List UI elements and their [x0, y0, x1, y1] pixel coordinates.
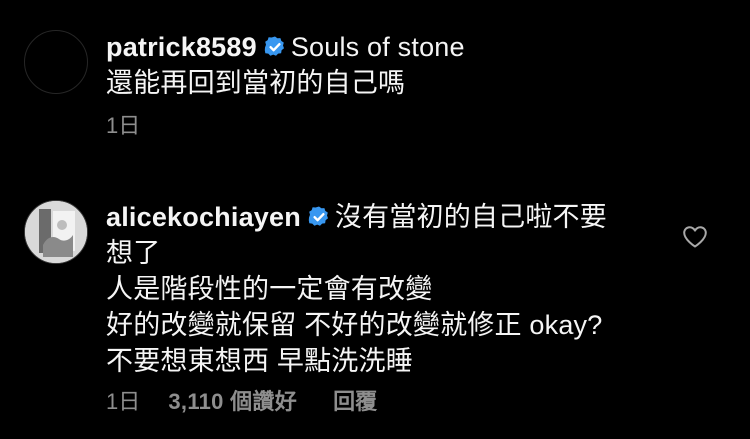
comment-text-line: 好的改變就保留 不好的改變就修正 okay?	[106, 310, 603, 340]
comment-time: 1日	[106, 389, 141, 414]
comment-text-line: 還能再回到當初的自己嗎	[106, 68, 406, 98]
comment-first-line: patrick8589 Souls of stone	[106, 29, 680, 65]
comment-first-line: alicekochiayen 沒有當初的自己啦不要	[106, 199, 680, 235]
avatar[interactable]	[24, 30, 88, 94]
likes-count[interactable]: 3,110 個讚好	[168, 389, 297, 414]
comment-text-line: 想了	[106, 238, 161, 268]
comment-text-line: 不要想東想西 早點洗洗睡	[106, 346, 413, 376]
comment-body: patrick8589 Souls of stone 還能再回到當初的自己嗎	[106, 29, 680, 101]
comment-time: 1日	[106, 113, 141, 138]
comment-body: alicekochiayen 沒有當初的自己啦不要 想了 人是階段性的一定會有改變…	[106, 199, 680, 379]
comment-item: alicekochiayen 沒有當初的自己啦不要 想了 人是階段性的一定會有改變…	[0, 175, 750, 439]
verified-badge-icon	[308, 206, 328, 226]
comment-item: patrick8589 Souls of stone 還能再回到當初的自己嗎 1日	[0, 0, 750, 175]
comment-meta: 1日	[106, 112, 162, 140]
comment-text: 沒有當初的自己啦不要	[334, 202, 607, 232]
username[interactable]: alicekochiayen	[106, 202, 301, 232]
comment-meta: 1日 3,110 個讚好 回覆	[106, 388, 399, 416]
verified-badge-icon	[264, 36, 284, 56]
avatar[interactable]	[24, 200, 88, 264]
heart-outline-icon[interactable]	[682, 225, 708, 249]
avatar-photo	[25, 201, 87, 263]
comment-text: Souls of stone	[290, 32, 465, 62]
comment-text-line: 人是階段性的一定會有改變	[106, 274, 433, 304]
reply-button[interactable]: 回覆	[333, 389, 377, 414]
username[interactable]: patrick8589	[106, 32, 257, 62]
